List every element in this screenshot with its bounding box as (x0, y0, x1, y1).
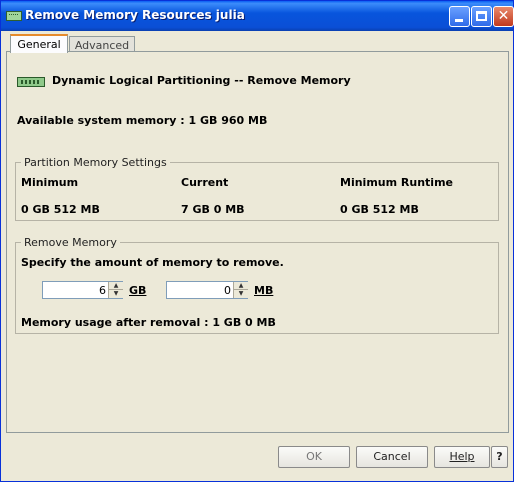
mb-stepper[interactable]: ▲ ▼ (166, 281, 248, 299)
minimize-icon (455, 19, 463, 22)
minimize-button[interactable] (449, 6, 470, 27)
mb-input[interactable] (167, 282, 234, 298)
minimum-runtime-header: Minimum Runtime (340, 176, 453, 189)
remove-memory-title: Remove Memory (21, 236, 120, 249)
tab-general[interactable]: General (10, 34, 68, 53)
mb-spin-arrows[interactable]: ▲ ▼ (233, 282, 248, 298)
context-help-button[interactable]: ? (491, 446, 508, 468)
title-bar[interactable]: Remove Memory Resources julia ✕ (1, 1, 514, 31)
gb-down-arrow-icon[interactable]: ▼ (109, 290, 123, 298)
ok-button[interactable]: OK (278, 446, 350, 468)
gb-up-arrow-icon[interactable]: ▲ (109, 282, 123, 290)
close-button[interactable]: ✕ (493, 6, 514, 27)
gb-input[interactable] (43, 282, 109, 298)
minimum-value: 0 GB 512 MB (21, 203, 100, 216)
dialog-window: Remove Memory Resources julia ✕ General … (0, 0, 514, 482)
memory-after-removal: Memory usage after removal : 1 GB 0 MB (21, 316, 276, 329)
available-memory-label: Available system memory : 1 GB 960 MB (17, 114, 268, 127)
gb-stepper[interactable]: ▲ ▼ (42, 281, 123, 299)
dialog-heading: Dynamic Logical Partitioning -- Remove M… (52, 74, 351, 87)
maximize-icon (476, 11, 487, 21)
window-title: Remove Memory Resources julia (25, 8, 245, 22)
mb-unit-label: MB (254, 284, 274, 297)
cancel-button[interactable]: Cancel (356, 446, 428, 468)
gb-unit-label: GB (129, 284, 147, 297)
gb-spin-arrows[interactable]: ▲ ▼ (108, 282, 123, 298)
help-button[interactable]: Help (434, 446, 490, 468)
partition-memory-settings-title: Partition Memory Settings (21, 156, 170, 169)
mb-down-arrow-icon[interactable]: ▼ (234, 290, 248, 298)
help-button-label: Help (449, 450, 475, 463)
app-icon (6, 11, 22, 21)
remove-instruction: Specify the amount of memory to remove. (21, 256, 284, 269)
current-value: 7 GB 0 MB (181, 203, 245, 216)
minimum-header: Minimum (21, 176, 79, 189)
close-icon: ✕ (497, 8, 510, 24)
mb-up-arrow-icon[interactable]: ▲ (234, 282, 248, 290)
current-header: Current (181, 176, 229, 189)
memory-module-icon (17, 77, 45, 87)
minimum-runtime-value: 0 GB 512 MB (340, 203, 419, 216)
maximize-button[interactable] (471, 6, 492, 27)
